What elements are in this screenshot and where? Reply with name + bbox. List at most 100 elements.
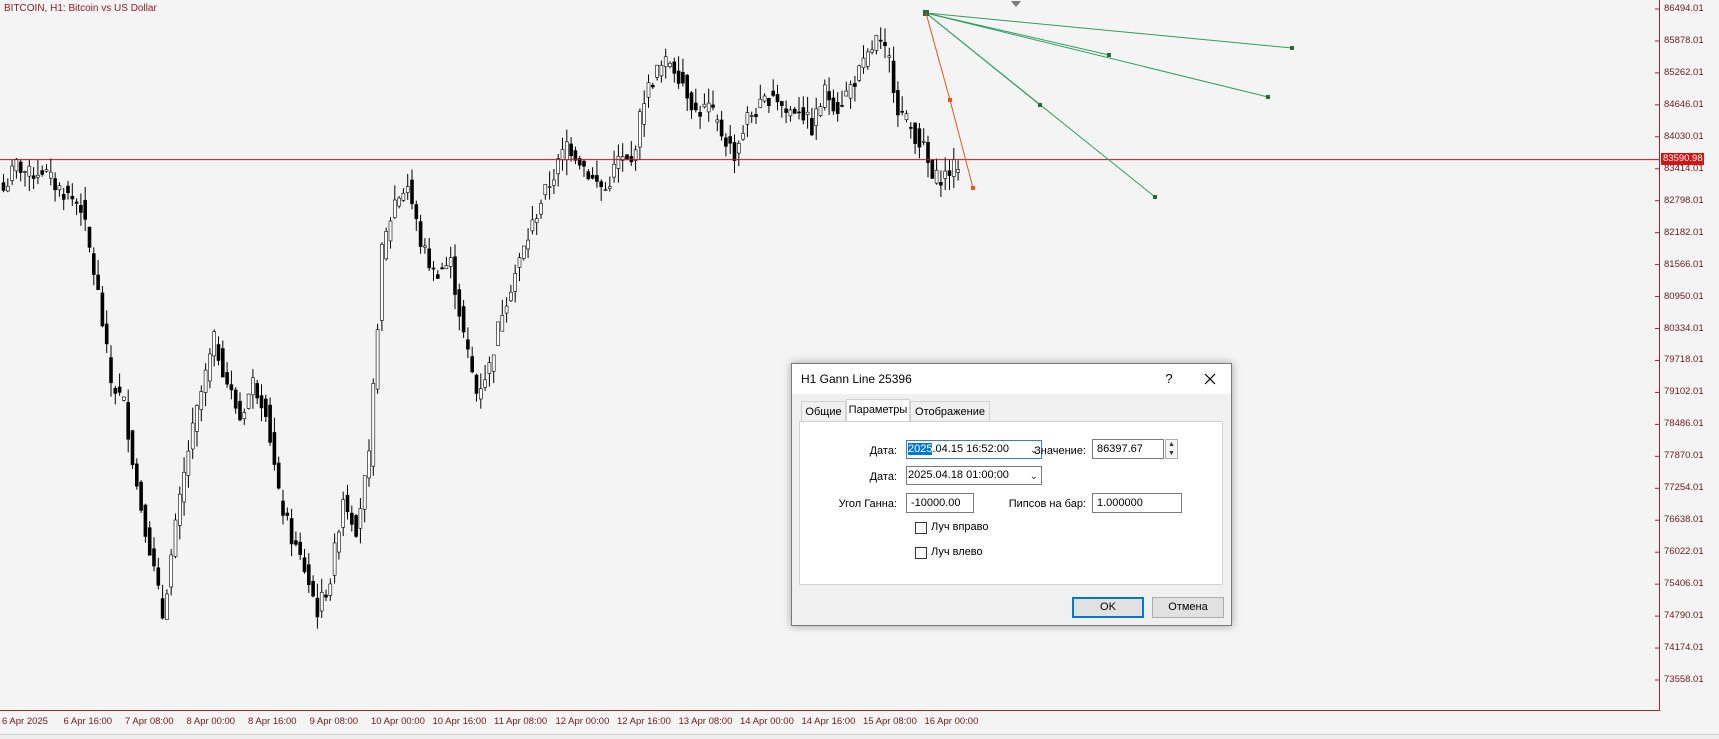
gann-angle-field[interactable]: -10000.00 — [906, 493, 974, 513]
candle — [917, 122, 922, 159]
gann-fan-line — [925, 12, 1293, 49]
candle — [822, 79, 827, 111]
candle — [109, 345, 113, 397]
dialog-titlebar[interactable]: H1 Gann Line 25396 ? — [792, 364, 1231, 394]
candle — [633, 145, 638, 171]
candle — [358, 498, 363, 544]
candle — [939, 170, 943, 197]
candle — [367, 439, 371, 487]
candle — [616, 144, 621, 183]
candle — [715, 114, 720, 132]
price-tick-label: 81566.01 — [1664, 258, 1704, 270]
candle — [900, 96, 905, 116]
candle — [302, 548, 307, 574]
candle — [775, 84, 780, 111]
price-tick-label: 74790.01 — [1664, 610, 1704, 622]
candle — [642, 90, 647, 137]
candle — [779, 100, 784, 118]
candle — [857, 64, 862, 83]
ok-button[interactable]: OK — [1072, 597, 1144, 618]
candle — [891, 46, 896, 103]
candle — [573, 146, 578, 165]
candle — [337, 529, 341, 560]
ray-left-label[interactable]: Луч влево — [931, 546, 983, 558]
candle — [861, 45, 866, 74]
candle — [57, 182, 62, 197]
spin-up-icon[interactable]: ▲ — [1166, 440, 1177, 449]
gann-line-properties-dialog: H1 Gann Line 25396 ? Общие Параметры Ото… — [791, 363, 1232, 626]
tab-general[interactable]: Общие — [801, 401, 846, 421]
candle — [668, 61, 672, 69]
gann-handle — [1290, 46, 1294, 50]
ray-right-checkbox[interactable] — [915, 522, 927, 534]
candle — [728, 125, 733, 154]
date1-selected-part: 2025 — [908, 443, 933, 455]
candle — [840, 90, 844, 108]
candle — [221, 340, 225, 378]
candle — [595, 160, 599, 188]
candle — [896, 81, 900, 127]
date1-picker[interactable]: 2025.04.15 16:52:00 ⌄ — [906, 440, 1042, 459]
candle — [689, 90, 694, 119]
price-tick-label: 73558.01 — [1664, 674, 1704, 685]
candle — [165, 589, 169, 621]
candle — [792, 106, 797, 114]
candle — [53, 172, 57, 202]
candle — [324, 589, 328, 602]
candle — [831, 89, 836, 115]
candle — [908, 122, 913, 139]
candle — [427, 238, 432, 271]
candle — [349, 505, 354, 532]
tab-display[interactable]: Отображение — [910, 401, 990, 421]
candle — [10, 159, 14, 185]
candle — [281, 489, 285, 525]
ray-right-label[interactable]: Луч вправо — [931, 521, 989, 533]
chevron-down-icon[interactable]: ⌄ — [1030, 468, 1038, 485]
cancel-button[interactable]: Отмена — [1152, 597, 1224, 618]
candle — [113, 385, 118, 405]
time-tick-label: 11 Apr 08:00 — [494, 716, 548, 727]
value-field[interactable]: 86397.67 — [1092, 439, 1164, 459]
gann-fan-line — [925, 12, 1110, 56]
price-tick-label: 77870.01 — [1664, 450, 1704, 462]
price-tick-label: 80334.01 — [1664, 322, 1704, 334]
candle — [44, 164, 49, 173]
candle — [681, 58, 685, 87]
candle — [328, 578, 333, 601]
candle — [921, 128, 926, 146]
close-button[interactable] — [1195, 368, 1225, 390]
candle — [874, 34, 879, 55]
candle — [130, 429, 135, 470]
ray-left-checkbox[interactable] — [915, 547, 927, 559]
candle — [676, 56, 681, 89]
help-button[interactable]: ? — [1157, 368, 1181, 390]
pips-per-bar-field[interactable]: 1.000000 — [1092, 493, 1182, 513]
value-stepper[interactable]: ▲ ▼ — [1165, 439, 1178, 459]
price-tick-label: 86494.01 — [1664, 3, 1704, 14]
time-tick-label: 12 Apr 00:00 — [555, 716, 610, 727]
candle — [448, 246, 453, 279]
candle — [414, 200, 419, 231]
candle — [887, 47, 892, 73]
candle — [702, 93, 707, 109]
tab-parameters[interactable]: Параметры — [846, 399, 910, 422]
time-tick-label: 14 Apr 16:00 — [801, 716, 856, 727]
candle — [178, 486, 182, 540]
candle — [483, 365, 487, 391]
parameters-panel: Дата: 2025.04.15 16:52:00 ⌄ Значение: 86… — [799, 421, 1223, 585]
candle — [607, 176, 612, 192]
candle — [423, 238, 427, 254]
candle — [169, 549, 173, 596]
candle — [332, 533, 337, 584]
candle — [354, 513, 358, 538]
candle — [70, 183, 75, 206]
candle — [599, 179, 604, 201]
candle — [956, 160, 960, 181]
candle — [496, 321, 500, 346]
candle — [401, 188, 406, 203]
price-tick-label: 84646.01 — [1664, 98, 1704, 110]
candle — [754, 107, 758, 124]
candle — [156, 557, 161, 590]
spin-down-icon[interactable]: ▼ — [1166, 449, 1177, 458]
date2-picker[interactable]: 2025.04.18 01:00:00 ⌄ — [906, 466, 1042, 485]
